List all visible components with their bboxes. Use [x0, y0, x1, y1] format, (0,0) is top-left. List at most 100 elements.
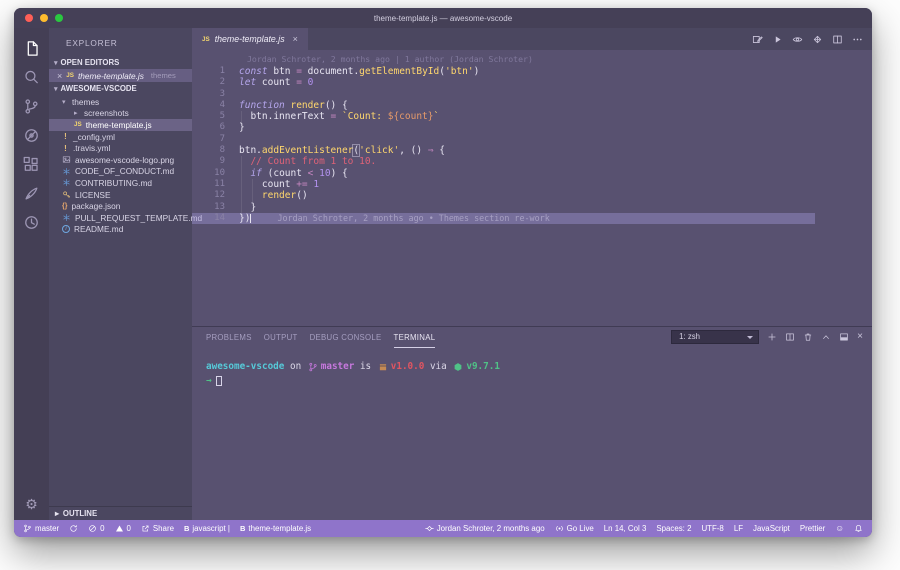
js-file-icon: JS — [74, 121, 82, 128]
activity-bar-search-icon[interactable] — [23, 69, 40, 86]
split-terminal-icon[interactable] — [785, 332, 795, 342]
tree-item-pull-request-template-md[interactable]: PULL_REQUEST_TEMPLATE.md — [49, 212, 192, 224]
code-line-12[interactable]: 12 render() — [192, 190, 872, 201]
status-item-sync[interactable] — [69, 524, 78, 533]
line-content: btn.addEventListener('click', () ⇒ { — [239, 145, 445, 156]
terminal-select[interactable]: 1: zsh — [671, 330, 759, 344]
code-line-8[interactable]: 8btn.addEventListener('click', () ⇒ { — [192, 145, 872, 156]
status-item-label: Jordan Schroter, 2 months ago — [437, 524, 545, 533]
tree-item-label: _config.yml — [73, 132, 115, 142]
terminal-text: v1.0.0 — [391, 360, 425, 374]
status-item-smiley[interactable]: ☺ — [835, 524, 844, 533]
status-item-share[interactable]: Share — [141, 524, 174, 533]
panel-tab-problems[interactable]: PROBLEMS — [206, 327, 252, 348]
tree-item-screenshots[interactable]: ▸screenshots — [49, 108, 192, 120]
activity-bar-gitlens-icon[interactable] — [23, 185, 40, 202]
status-item-prettier[interactable]: Prettier — [800, 524, 825, 533]
line-number: 10 — [192, 168, 239, 179]
status-item-javascript[interactable]: JavaScript — [753, 524, 790, 533]
code-line-2[interactable]: 2let count = 0 — [192, 77, 872, 88]
code-line-1[interactable]: 1const btn = document.getElementById('bt… — [192, 66, 872, 77]
status-item-jordan-schroter-2-months-ago[interactable]: Jordan Schroter, 2 months ago — [425, 524, 545, 533]
run-icon[interactable] — [772, 34, 783, 45]
status-item-spaces-2[interactable]: Spaces: 2 — [656, 524, 691, 533]
codelens-blame-header[interactable]: Jordan Schroter, 2 months ago | 1 author… — [247, 54, 872, 64]
code-line-4[interactable]: 4function render() { — [192, 100, 872, 111]
chevron-up-icon[interactable] — [821, 332, 831, 342]
status-item-go-live[interactable]: Go Live — [555, 524, 594, 533]
activity-bar-explorer-icon[interactable] — [23, 40, 40, 57]
tree-item-awesome-vscode-logo-png[interactable]: awesome-vscode-logo.png — [49, 154, 192, 166]
tree-item-themes[interactable]: ▾themes — [49, 96, 192, 108]
terminal-cursor — [216, 376, 222, 386]
tree-item--config-yml[interactable]: !_config.yml — [49, 131, 192, 143]
terminal-text: via — [424, 360, 452, 374]
status-item-ln-14-col-3[interactable]: Ln 14, Col 3 — [604, 524, 647, 533]
tab-theme-template[interactable]: JS theme-template.js × — [192, 28, 308, 50]
status-item-theme-template-js[interactable]: Btheme-template.js — [240, 524, 311, 533]
panel-tab-output[interactable]: OUTPUT — [264, 327, 298, 348]
project-section-header[interactable]: ▾ AWESOME-VSCODE — [49, 82, 192, 95]
line-content: } — [239, 122, 245, 133]
line-content: // Count from 1 to 10. — [239, 156, 376, 167]
tree-item-package-json[interactable]: {}package.json — [49, 200, 192, 212]
code-line-5[interactable]: 5 btn.innerText = `Count: ${count}` — [192, 111, 872, 122]
close-editor-icon[interactable]: × — [57, 71, 62, 81]
open-changes-icon[interactable] — [752, 34, 763, 45]
minimize-window-button[interactable] — [40, 14, 48, 22]
activity-bar-source-control-icon[interactable] — [23, 98, 40, 115]
indent-guide — [241, 202, 242, 213]
close-panel-icon[interactable]: × — [857, 332, 863, 342]
indent-guide — [241, 156, 242, 167]
window-controls — [25, 14, 63, 22]
status-item-label: 0 — [100, 524, 104, 533]
code-editor[interactable]: Jordan Schroter, 2 months ago | 1 author… — [192, 50, 872, 326]
status-item-lf[interactable]: LF — [734, 524, 743, 533]
tree-item-contributing-md[interactable]: CONTRIBUTING.md — [49, 177, 192, 189]
activity-bar-history-icon[interactable] — [23, 214, 40, 231]
maximize-panel-icon[interactable] — [839, 332, 849, 342]
code-line-10[interactable]: 10 if (count < 10) { — [192, 168, 872, 179]
outline-section-header[interactable]: ▸ OUTLINE — [49, 506, 192, 520]
code-line-14[interactable]: 14})Jordan Schroter, 2 months ago • Them… — [192, 213, 872, 224]
zoom-window-button[interactable] — [55, 14, 63, 22]
open-preview-icon[interactable] — [812, 34, 823, 45]
more-actions-icon[interactable] — [852, 34, 863, 45]
close-window-button[interactable] — [25, 14, 33, 22]
status-item-bell[interactable] — [854, 524, 863, 533]
status-item-0[interactable]: 0 — [115, 524, 131, 533]
line-number: 6 — [192, 122, 239, 133]
activity-bar-extensions-icon[interactable] — [23, 156, 40, 173]
open-editors-section-header[interactable]: ▾ OPEN EDITORS — [49, 56, 192, 69]
info-file-icon: i — [62, 225, 70, 233]
code-line-13[interactable]: 13 } — [192, 202, 872, 213]
editor-group: JS theme-template.js × Jordan Schroter, … — [192, 28, 872, 520]
tree-item--travis-yml[interactable]: !.travis.yml — [49, 142, 192, 154]
settings-gear-icon[interactable]: ⚙ — [25, 497, 38, 511]
open-editor-item[interactable]: ×JStheme-template.jsthemes — [49, 69, 192, 82]
toggle-blame-icon[interactable] — [792, 34, 803, 45]
terminal[interactable]: awesome-vscode on master is v1.0.0 via v… — [192, 348, 872, 388]
code-line-11[interactable]: 11 count += 1 — [192, 179, 872, 190]
add-terminal-icon[interactable] — [767, 332, 777, 342]
status-item-utf-8[interactable]: UTF-8 — [701, 524, 723, 533]
status-item-0[interactable]: 0 — [88, 524, 104, 533]
code-line-3[interactable]: 3 — [192, 89, 872, 100]
status-item-master[interactable]: master — [23, 524, 59, 533]
close-tab-icon[interactable]: × — [293, 34, 298, 44]
tree-item-license[interactable]: LICENSE — [49, 189, 192, 201]
kill-terminal-icon[interactable] — [803, 332, 813, 342]
panel-tab-terminal[interactable]: TERMINAL — [394, 327, 436, 348]
sync-icon — [69, 524, 78, 533]
status-item-javascript[interactable]: Bjavascript | — [184, 524, 230, 533]
split-editor-icon[interactable] — [832, 34, 843, 45]
code-line-7[interactable]: 7 — [192, 134, 872, 145]
panel-tab-debug-console[interactable]: DEBUG CONSOLE — [310, 327, 382, 348]
tree-item-readme-md[interactable]: iREADME.md — [49, 224, 192, 236]
activity-bar-debug-icon[interactable] — [23, 127, 40, 144]
sidebar-title: EXPLORER — [49, 28, 192, 56]
code-line-6[interactable]: 6} — [192, 122, 872, 133]
tree-item-theme-template-js[interactable]: JStheme-template.js — [49, 119, 192, 131]
code-line-9[interactable]: 9 // Count from 1 to 10. — [192, 156, 872, 167]
tree-item-code-of-conduct-md[interactable]: CODE_OF_CONDUCT.md — [49, 166, 192, 178]
